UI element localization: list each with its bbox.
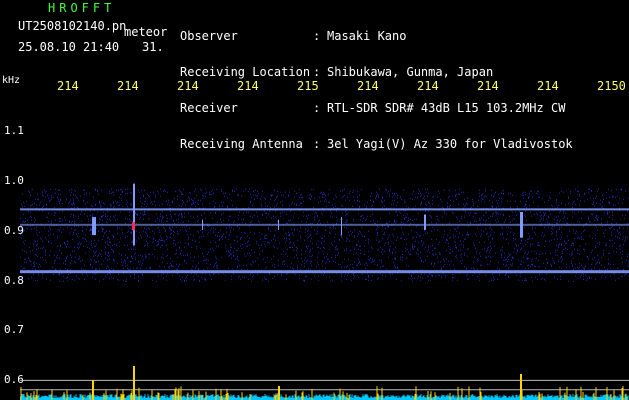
waterfall-peak [92, 380, 94, 400]
file-name: UT2508102140.pn [18, 19, 127, 33]
y-axis-unit: kHz [2, 75, 21, 86]
y-tick-label: 0.7 [4, 323, 24, 336]
meteor-echo-strong [132, 222, 135, 231]
noise-field [20, 188, 629, 282]
y-tick-label: 0.6 [4, 373, 24, 386]
y-tick-label: 0.9 [4, 224, 24, 237]
signal-band [20, 223, 629, 226]
meteor-count: 31. [142, 40, 164, 54]
location-label: Receiving Location [180, 65, 311, 79]
meteor-echo [133, 183, 135, 246]
app-title: HROFFT [48, 1, 116, 15]
meteor-echo [424, 214, 426, 230]
y-tick-label: 1.0 [4, 174, 24, 187]
meteor-echo [202, 219, 203, 230]
date-time: 25.08.10 21:40 [18, 40, 120, 54]
spectrogram-plot [20, 183, 629, 400]
x-tick-label: 2150 [597, 79, 626, 93]
meteor-echo [520, 211, 523, 238]
x-tick-label: 214 [117, 79, 139, 93]
x-tick-label: 214 [177, 79, 199, 93]
info-colon: : [313, 65, 321, 79]
y-tick-label: 0.8 [4, 274, 24, 287]
x-tick-label: 214 [57, 79, 79, 93]
meteor-echo [278, 219, 279, 230]
observer-label: Observer [180, 29, 238, 43]
x-tick-label: 214 [357, 79, 379, 93]
x-tick-label: 214 [417, 79, 439, 93]
waterfall-peak [133, 366, 135, 400]
waterfall-peak [520, 374, 522, 400]
observer-value: Masaki Kano [327, 29, 407, 43]
location-value: Shibukawa, Gunma, Japan [327, 65, 494, 79]
meteor-label: meteor [124, 25, 168, 39]
x-tick-label: 214 [537, 79, 559, 93]
waterfall-peak [278, 386, 280, 400]
meteor-echo [341, 217, 342, 236]
info-colon: : [313, 29, 321, 43]
y-tick-label: 1.1 [4, 124, 24, 137]
x-tick-label: 215 [297, 79, 319, 93]
x-tick-label: 214 [237, 79, 259, 93]
meteor-echo [92, 217, 96, 236]
signal-band [20, 208, 629, 211]
x-tick-label: 214 [477, 79, 499, 93]
signal-band [20, 270, 629, 274]
waterfall-baseline [20, 394, 629, 400]
